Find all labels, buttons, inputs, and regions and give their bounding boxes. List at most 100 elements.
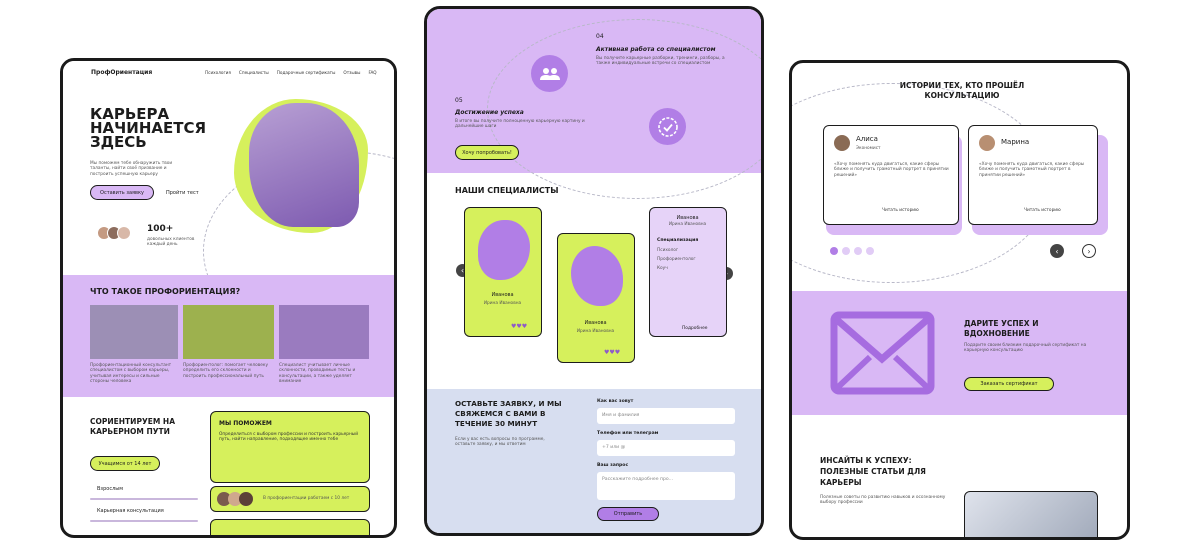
experts-mini-text: В профориентации работаем с 10 лет bbox=[263, 496, 350, 501]
specialist-card[interactable]: Иванова Ирина Ивановна ♥♥♥ bbox=[464, 207, 542, 337]
hero-title: Карьера начинается здесь bbox=[90, 105, 207, 151]
specialist-name: Иванова bbox=[676, 215, 699, 221]
list-divider bbox=[90, 520, 198, 522]
clients-count: 100+ bbox=[147, 224, 174, 234]
gift-title: Дарите успех и вдохновение bbox=[964, 319, 1039, 338]
request-textarea[interactable]: Расскажите подробнее про... bbox=[597, 472, 735, 500]
envelope-icon bbox=[830, 311, 935, 395]
step5-text: В итоге вы получите полноценную карьерну… bbox=[455, 119, 585, 130]
specialization-item: Профориентолог bbox=[657, 257, 696, 262]
about-image-1 bbox=[90, 305, 178, 359]
phone-label: Телефон или телеграм bbox=[597, 431, 659, 436]
prev-arrow[interactable]: ‹ bbox=[1050, 244, 1064, 258]
form-title: Оставьте заявку, и мы свяжемся с вами в … bbox=[455, 399, 562, 428]
specialist-name: Иванова bbox=[491, 292, 514, 298]
request-label: Ваш запрос bbox=[597, 463, 629, 468]
about-text-1: Профориентационный консультант специалис… bbox=[90, 363, 172, 385]
about-section: Что такое профориентация? Профориентацио… bbox=[63, 275, 394, 397]
nav-item-certificates[interactable]: Подарочные сертификаты bbox=[277, 70, 336, 75]
phone-input[interactable]: +7 или @ bbox=[597, 440, 735, 456]
carousel-dot[interactable] bbox=[842, 247, 850, 255]
about-image-2 bbox=[183, 305, 274, 359]
carousel-dot[interactable] bbox=[854, 247, 862, 255]
review-card[interactable]: Алиса Экономист «Хочу поменять куда двиг… bbox=[823, 125, 959, 225]
step4-number: 04 bbox=[596, 33, 604, 40]
specialist-fullname: Ирина Ивановна bbox=[483, 301, 522, 306]
about-text-2: Профориентолог: помогает человеку опреде… bbox=[183, 363, 269, 379]
specialist-fullname: Ирина Ивановна bbox=[576, 329, 615, 334]
read-story-link[interactable]: Читать историю bbox=[882, 208, 919, 213]
specialist-card-details[interactable]: Иванова Ирина Ивановна Специализация Пси… bbox=[649, 207, 727, 337]
specialization-item: Коуч bbox=[657, 266, 668, 271]
article-image bbox=[964, 491, 1098, 537]
specialist-name: Иванова bbox=[584, 320, 607, 326]
step5-number: 05 bbox=[455, 97, 463, 104]
list-item-career[interactable]: Карьерная консультация bbox=[97, 508, 164, 514]
review-text: «Хочу поменять куда двигаться, какие сфе… bbox=[834, 162, 949, 178]
specialist-photo bbox=[571, 246, 623, 306]
nav-item-specialists[interactable]: Специалисты bbox=[239, 70, 269, 75]
help-text: Определиться с выбором профессии и постр… bbox=[219, 432, 358, 443]
badge-check-icon bbox=[657, 116, 678, 137]
about-title: Что такое профориентация? bbox=[90, 287, 241, 296]
review-card[interactable]: Марина «Хочу поменять куда двигаться, ка… bbox=[968, 125, 1098, 225]
list-divider bbox=[90, 498, 198, 500]
hero-apply-button[interactable]: Оставить заявку bbox=[90, 185, 154, 200]
hero-photo bbox=[249, 103, 359, 227]
insights-text: Полезные советы по развитию навыков и ос… bbox=[820, 495, 946, 506]
landing-page-left: ПрофОриентация Психология Специалисты По… bbox=[60, 58, 397, 538]
specialists-title: Наши специалисты bbox=[455, 186, 559, 195]
next-arrow[interactable]: › bbox=[1082, 244, 1096, 258]
top-nav: Психология Специалисты Подарочные сертиф… bbox=[205, 70, 377, 75]
step5-title: Достижение успеха bbox=[455, 109, 524, 116]
about-image-3 bbox=[279, 305, 369, 359]
hero-test-link[interactable]: Пройти тест bbox=[166, 190, 199, 196]
reviewer-name: Алиса bbox=[856, 135, 878, 143]
site-logo[interactable]: ПрофОриентация bbox=[91, 69, 152, 76]
gift-text: Подарите своим близким подарочный сертиф… bbox=[964, 343, 1087, 354]
details-link[interactable]: Подробнее bbox=[682, 326, 707, 331]
read-story-link[interactable]: Читать историю bbox=[1024, 208, 1061, 213]
order-certificate-button[interactable]: Заказать сертификат bbox=[964, 377, 1054, 391]
avatar bbox=[834, 135, 850, 151]
avatar bbox=[117, 226, 131, 240]
step4-icon bbox=[531, 55, 568, 92]
nav-item-faq[interactable]: FAQ bbox=[368, 70, 376, 75]
gift-section: Дарите успех и вдохновение Подарите свои… bbox=[792, 291, 1127, 415]
people-icon bbox=[539, 67, 560, 80]
about-text-3: Специалист учитывает личные склонности, … bbox=[279, 363, 356, 385]
nav-item-psychology[interactable]: Психология bbox=[205, 70, 231, 75]
hearts-icon: ♥♥♥ bbox=[604, 349, 621, 356]
submit-button[interactable]: Отправить bbox=[597, 507, 659, 521]
form-section: Оставьте заявку, и мы свяжемся с вами в … bbox=[427, 389, 761, 533]
name-input[interactable]: Имя и фамилия bbox=[597, 408, 735, 424]
nav-item-reviews[interactable]: Отзывы bbox=[343, 70, 360, 75]
career-title: Сориентируем на карьерном пути bbox=[90, 417, 176, 436]
clients-label: довольных клиентов каждый день bbox=[147, 237, 195, 248]
insights-title: Инсайты к успеху: полезные статьи для ка… bbox=[820, 456, 926, 487]
list-item-adults[interactable]: Взрослым bbox=[97, 486, 123, 492]
specialist-card[interactable]: Иванова Ирина Ивановна ♥♥♥ bbox=[557, 233, 635, 363]
hero-subtitle: Мы поможем тебе обнаружить твои таланты,… bbox=[90, 161, 173, 177]
carousel-dots bbox=[830, 247, 874, 255]
step4-text: Вы получите карьерные разборки, тренинги… bbox=[596, 56, 725, 67]
next-mini-card bbox=[210, 519, 370, 535]
experts-avatars bbox=[217, 492, 253, 506]
age-tag[interactable]: Учащимся от 14 лет bbox=[90, 456, 160, 471]
specialist-fullname: Ирина Ивановна bbox=[668, 222, 707, 227]
try-button[interactable]: Хочу попробовать! bbox=[455, 145, 519, 160]
avatar bbox=[979, 135, 995, 151]
avatar bbox=[239, 492, 253, 506]
help-card: Мы поможем Определиться с выбором профес… bbox=[210, 411, 370, 483]
carousel-dot[interactable] bbox=[866, 247, 874, 255]
step4-title: Активная работа со специалистом bbox=[596, 46, 716, 53]
client-avatars bbox=[97, 226, 131, 240]
review-text: «Хочу поменять куда двигаться, какие сфе… bbox=[979, 162, 1085, 178]
name-label: Как вас зовут bbox=[597, 399, 634, 404]
experts-mini-card: В профориентации работаем с 10 лет bbox=[210, 486, 370, 512]
form-subtitle: Если у вас есть вопросы по программе, ос… bbox=[455, 437, 545, 448]
carousel-dot-active[interactable] bbox=[830, 247, 838, 255]
specialization-heading: Специализация bbox=[657, 238, 699, 243]
reviewer-role: Экономист bbox=[856, 146, 881, 151]
landing-page-middle: 04 Активная работа со специалистом Вы по… bbox=[424, 6, 764, 536]
